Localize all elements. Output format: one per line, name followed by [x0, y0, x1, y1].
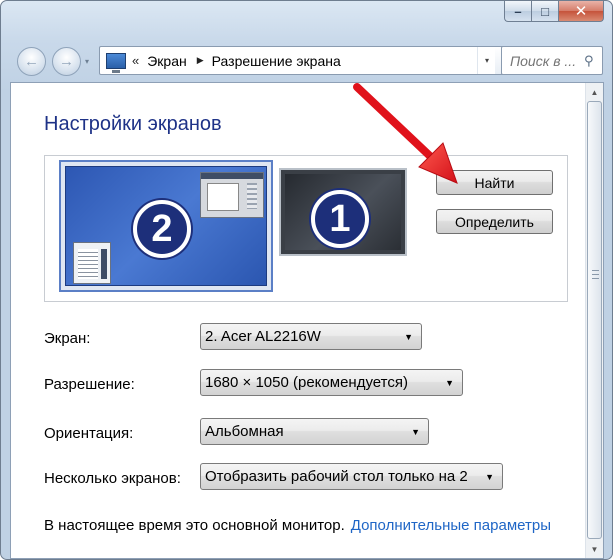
- resolution-select[interactable]: 1680 × 1050 (рекомендуется) ▼: [200, 369, 463, 396]
- document-thumbnail-icon: [73, 242, 111, 284]
- display-select-value: 2. Acer AL2216W: [205, 328, 321, 345]
- breadcrumb-item-resolution[interactable]: Разрешение экрана: [212, 53, 341, 69]
- window: – □ ✕ ← → ▾ « Экран ▶ Разрешение экрана …: [0, 0, 613, 560]
- chevron-down-icon: ▼: [485, 471, 494, 482]
- content-pane: Настройки экранов 2 1 Найти Определить Э…: [10, 82, 604, 559]
- scroll-up-arrow-icon[interactable]: ▲: [587, 84, 602, 100]
- forward-button[interactable]: →: [52, 47, 81, 76]
- primary-monitor-status: В настоящее время это основной монитор.: [44, 517, 345, 534]
- page-title: Настройки экранов: [44, 113, 222, 135]
- back-button[interactable]: ←: [17, 47, 46, 76]
- chevron-down-icon: ▼: [411, 426, 420, 437]
- control-panel-icon: [106, 52, 126, 73]
- address-bar[interactable]: « Экран ▶ Разрешение экрана ▾: [99, 46, 497, 75]
- scroll-down-arrow-icon[interactable]: ▼: [587, 541, 602, 557]
- caption-buttons: – □ ✕: [504, 1, 604, 22]
- scrollbar-thumb[interactable]: [587, 101, 602, 539]
- monitor-1-thumbnail[interactable]: 1: [279, 168, 407, 256]
- resolution-select-value: 1680 × 1050 (рекомендуется): [205, 374, 408, 391]
- search-input[interactable]: [508, 51, 582, 70]
- close-button[interactable]: ✕: [558, 1, 604, 22]
- monitor-2-number-badge: 2: [133, 200, 191, 258]
- advanced-settings-link[interactable]: Дополнительные параметры: [351, 517, 551, 534]
- maximize-button[interactable]: □: [531, 1, 558, 22]
- status-line: В настоящее время это основной монитор. Д…: [44, 517, 551, 534]
- search-icon[interactable]: ⚲: [584, 53, 594, 69]
- window-thumbnail-icon: [200, 172, 264, 218]
- breadcrumb-overflow[interactable]: «: [132, 53, 139, 68]
- minimize-button[interactable]: –: [504, 1, 531, 22]
- monitor-2-thumbnail[interactable]: 2: [59, 160, 273, 292]
- breadcrumb-chevron-icon[interactable]: ▶: [197, 55, 204, 66]
- back-arrow-icon: ←: [24, 53, 39, 70]
- resolution-label: Разрешение:: [44, 376, 135, 393]
- multiple-displays-label: Несколько экранов:: [44, 470, 181, 487]
- search-box[interactable]: ⚲: [501, 46, 603, 75]
- grip-icon: [592, 270, 599, 279]
- display-label: Экран:: [44, 330, 91, 347]
- identify-button[interactable]: Определить: [436, 209, 553, 234]
- find-button[interactable]: Найти: [436, 170, 553, 195]
- recent-pages-dropdown[interactable]: ▾: [85, 57, 89, 66]
- monitor-preview-area: 2 1 Найти Определить: [44, 155, 568, 302]
- forward-arrow-icon: →: [59, 53, 74, 70]
- vertical-scrollbar[interactable]: ▲ ▼: [585, 83, 603, 558]
- multiple-displays-select-value: Отобразить рабочий стол только на 2: [205, 468, 468, 485]
- orientation-select[interactable]: Альбомная ▼: [200, 418, 429, 445]
- monitor-1-number-badge: 1: [311, 190, 369, 248]
- display-select[interactable]: 2. Acer AL2216W ▼: [200, 323, 422, 350]
- orientation-label: Ориентация:: [44, 425, 134, 442]
- chevron-down-icon: ▼: [445, 377, 454, 388]
- address-dropdown-icon[interactable]: ▾: [477, 47, 496, 74]
- chevron-down-icon: ▼: [404, 331, 413, 342]
- orientation-select-value: Альбомная: [205, 423, 284, 440]
- breadcrumb-item-display[interactable]: Экран: [147, 53, 187, 69]
- multiple-displays-select[interactable]: Отобразить рабочий стол только на 2 ▼: [200, 463, 503, 490]
